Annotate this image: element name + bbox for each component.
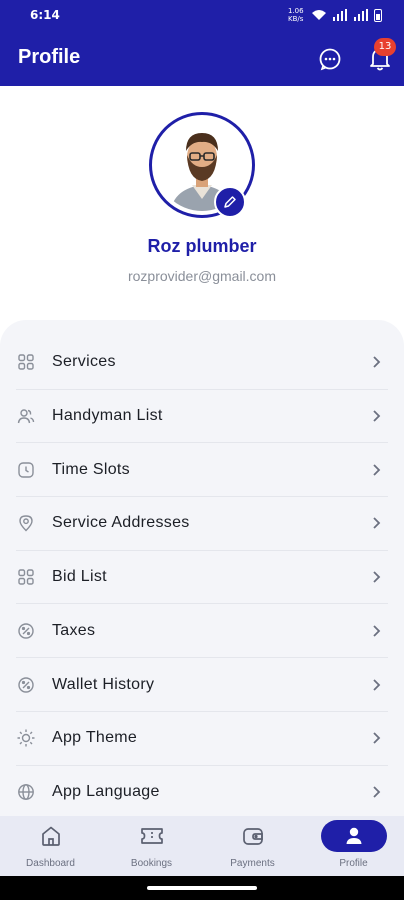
battery-icon (374, 8, 382, 22)
menu-item-label: Service Addresses (52, 514, 190, 532)
nav-label: Bookings (130, 858, 173, 869)
status-bar: 6:14 1.06 KB/s (0, 0, 404, 32)
ticket-icon (140, 828, 163, 844)
signal-icon-2 (354, 9, 368, 21)
nav-label: Profile (339, 858, 368, 869)
status-time: 6:14 (30, 8, 60, 22)
profile-name: Roz plumber (147, 236, 257, 256)
percent-icon (16, 675, 36, 695)
sun-icon (16, 728, 36, 748)
chevron-right-icon (373, 678, 381, 691)
menu-item-label: Taxes (52, 621, 96, 639)
menu-item-bid-list[interactable]: Bid List (16, 551, 388, 605)
menu-item-label: Time Slots (52, 460, 130, 478)
app-bar: Profile (0, 32, 404, 86)
menu-item-label: App Theme (52, 729, 138, 747)
nav-bookings[interactable]: Bookings (101, 816, 202, 876)
chevron-right-icon (373, 571, 381, 583)
location-pin-icon (16, 513, 36, 533)
chevron-right-icon (373, 410, 381, 422)
users-icon (16, 406, 36, 426)
menu-item-app-language[interactable]: App Language (16, 766, 388, 816)
menu-item-label: Bid List (52, 568, 107, 586)
menu-item-app-theme[interactable]: App Theme (16, 712, 388, 766)
menu-item-service-addresses[interactable]: Service Addresses (16, 497, 388, 551)
profile-email: rozprovider@gmail.com (127, 268, 277, 284)
menu-item-label: Services (52, 353, 116, 371)
chevron-right-icon (373, 625, 381, 637)
wifi-icon (312, 10, 326, 20)
nav-label: Dashboard (26, 858, 75, 869)
menu-item-time-slots[interactable]: Time Slots (16, 443, 388, 498)
status-icons: 1.06 KB/s (288, 7, 382, 23)
clock-icon (16, 460, 36, 480)
signal-icon (333, 9, 347, 21)
chevron-right-icon (373, 732, 381, 744)
system-navigation-bar (0, 876, 404, 900)
user-icon (346, 827, 361, 844)
bottom-navigation: Dashboard Bookings Payments Profile (0, 816, 404, 876)
menu-item-taxes[interactable]: Taxes (16, 605, 388, 659)
menu-item-label: App Language (52, 783, 160, 801)
grid-icon (16, 567, 36, 587)
home-icon (41, 826, 60, 846)
menu-item-wallet-history[interactable]: Wallet History (16, 658, 388, 712)
percent-icon (16, 621, 36, 641)
menu-item-label: Handyman List (52, 407, 163, 425)
menu-item-label: Wallet History (52, 675, 155, 693)
nav-profile[interactable]: Profile (303, 816, 404, 876)
chevron-right-icon (373, 464, 381, 476)
network-speed: 1.06 KB/s (288, 7, 304, 23)
nav-dashboard[interactable]: Dashboard (0, 816, 101, 876)
chevron-right-icon (373, 517, 381, 530)
menu-item-services[interactable]: Services (16, 336, 388, 390)
page-title: Profile (18, 46, 81, 68)
wallet-icon (242, 828, 263, 845)
home-gesture-handle[interactable] (147, 886, 257, 890)
pencil-icon (224, 196, 236, 208)
chevron-right-icon (373, 786, 381, 799)
edit-profile-button[interactable] (214, 186, 246, 218)
nav-payments[interactable]: Payments (202, 816, 303, 876)
settings-menu: Services Handyman List Time Slots Servic… (0, 320, 404, 816)
nav-label: Payments (230, 858, 275, 869)
menu-item-handyman-list[interactable]: Handyman List (16, 390, 388, 444)
chevron-right-icon (373, 356, 381, 368)
grid-icon (16, 352, 36, 372)
globe-icon (16, 782, 36, 802)
chat-icon[interactable] (318, 47, 342, 71)
notification-badge: 13 (374, 38, 396, 56)
